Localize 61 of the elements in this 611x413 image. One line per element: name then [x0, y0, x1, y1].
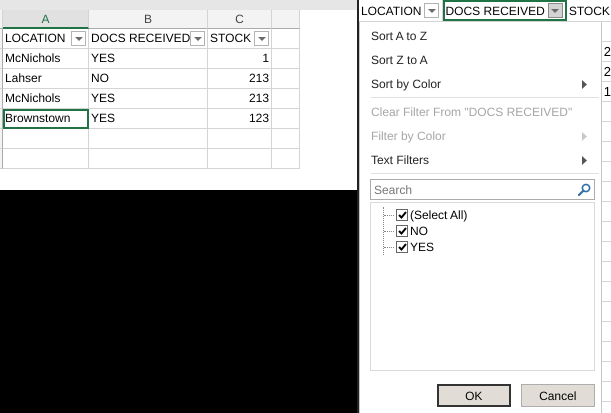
table-cell: McNichols [3, 49, 89, 69]
cancel-button[interactable]: Cancel [520, 384, 595, 407]
header-cell-text: LOCATION [5, 30, 66, 47]
filter-dropdown-button[interactable] [254, 31, 269, 46]
checkbox-label[interactable]: NO [410, 222, 428, 240]
empty-cell [272, 149, 300, 169]
table-cell: 213 [208, 89, 272, 109]
header-cell-text: STOCK [568, 2, 610, 20]
filter-dropdown-button[interactable] [424, 3, 440, 18]
row-header[interactable] [0, 89, 3, 109]
checkbox[interactable] [396, 225, 408, 237]
column-header[interactable]: C [208, 10, 272, 29]
search-field[interactable]: Search [370, 179, 595, 200]
submenu-arrow-icon [582, 80, 587, 88]
row-header[interactable] [0, 109, 3, 129]
row-header[interactable] [0, 49, 3, 69]
empty-cell [272, 109, 300, 129]
table-cell: YES [89, 89, 208, 109]
empty-cell [272, 69, 300, 89]
table-cell: 2 [602, 42, 611, 62]
header-cell-text: DOCS RECEIVED [91, 30, 190, 47]
row-header[interactable] [0, 69, 3, 89]
menu-item[interactable]: Sort Z to A [360, 48, 601, 72]
submenu-arrow-icon [582, 132, 587, 140]
table-cell: Lahser [3, 69, 89, 89]
menu-item[interactable]: Sort by Color [360, 72, 601, 96]
column-header[interactable]: B [89, 10, 208, 29]
table-cell: YES [89, 109, 208, 129]
table-cell: Brownstown [3, 109, 89, 129]
table-cell: 1 [602, 82, 611, 102]
empty-cell [272, 129, 300, 149]
filter-dropdown-button[interactable] [190, 31, 206, 46]
table-cell: 1 [208, 49, 272, 69]
header-cell-text: LOCATION [361, 2, 422, 20]
empty-cell [272, 89, 300, 109]
checkbox[interactable] [396, 209, 408, 221]
column-header[interactable]: A [3, 10, 89, 29]
table-cell: YES [89, 49, 208, 69]
table-cell: 2 [602, 62, 611, 82]
search-icon [578, 183, 591, 196]
menu-item[interactable]: Text Filters [360, 148, 601, 172]
table-cell: McNichols [3, 89, 89, 109]
table-cell: NO [89, 69, 208, 89]
row-header[interactable] [0, 149, 3, 169]
row-header[interactable] [0, 129, 3, 149]
checkbox-label[interactable]: YES [410, 238, 434, 256]
filter-dropdown-button[interactable] [71, 31, 86, 46]
ok-button[interactable]: OK [436, 384, 511, 407]
table-cell: 213 [208, 69, 272, 89]
table-cell: 123 [208, 109, 272, 129]
filter-dropdown-button[interactable] [548, 3, 563, 18]
submenu-arrow-icon [582, 156, 587, 164]
empty-cell [208, 149, 272, 169]
header-cell-text: STOCK [210, 30, 252, 47]
empty-cell [208, 129, 272, 149]
checkbox-label[interactable]: (Select All) [410, 206, 468, 224]
row-header[interactable] [0, 29, 3, 49]
menu-item[interactable]: Sort A to Z [360, 24, 601, 48]
header-cell-text: DOCS RECEIVED [445, 2, 545, 20]
checkbox[interactable] [396, 241, 408, 253]
empty-cell [272, 49, 300, 69]
